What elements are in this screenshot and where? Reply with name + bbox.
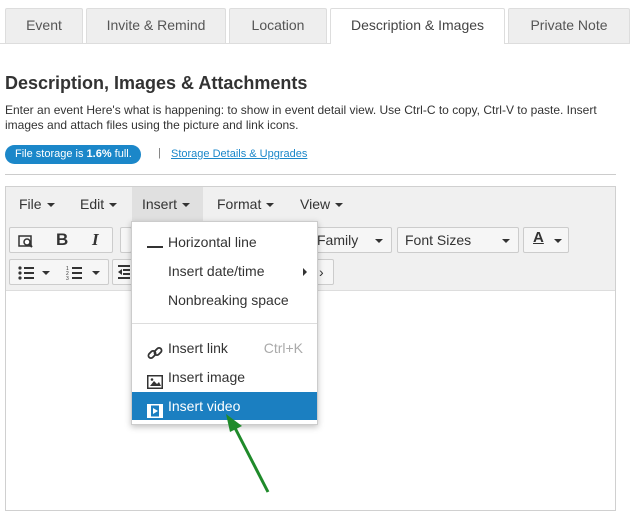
menu-item-insert-link[interactable]: Insert link Ctrl+K	[132, 334, 317, 362]
divider	[5, 174, 616, 175]
tab-private-note[interactable]: Private Note	[508, 8, 630, 43]
toolbar-group-lists: 123	[9, 259, 109, 285]
menu-insert-label: Insert	[142, 196, 178, 212]
menu-item-shortcut: Ctrl+K	[263, 340, 303, 356]
chevron-down-icon	[46, 203, 55, 208]
menu-file-label: File	[19, 196, 42, 212]
menu-view-label: View	[300, 196, 331, 212]
menu-item-label: Horizontal line	[168, 234, 257, 250]
font-sizes-value: Font Sizes	[405, 232, 472, 248]
menu-separator	[132, 323, 317, 324]
insert-dropdown-menu: Horizontal line Insert date/time Nonbrea…	[131, 221, 318, 425]
toolbar-group-1: B I	[9, 227, 113, 253]
bold-icon[interactable]: B	[56, 230, 68, 250]
menu-format-label: Format	[217, 196, 262, 212]
page-title: Description, Images & Attachments	[5, 73, 308, 93]
menu-insert[interactable]: Insert	[132, 187, 203, 221]
chevron-down-icon	[182, 203, 191, 208]
menu-item-label: Insert image	[168, 369, 246, 385]
horizontal-line-icon	[147, 235, 163, 249]
storage-badge: File storage is 1.6% full.	[5, 145, 141, 164]
menu-format[interactable]: Format	[217, 187, 275, 221]
menu-item-horizontal-line[interactable]: Horizontal line	[132, 228, 317, 256]
tab-event[interactable]: Event	[5, 8, 83, 43]
menu-item-insert-image[interactable]: Insert image	[132, 363, 317, 391]
submenu-arrow-icon	[303, 268, 307, 276]
italic-icon[interactable]: I	[92, 230, 99, 250]
font-family-select[interactable]: Family	[306, 227, 392, 253]
chevron-down-icon	[375, 239, 383, 243]
menu-item-nonbreaking-space[interactable]: Nonbreaking space	[132, 286, 317, 314]
storage-percent: 1.6%	[86, 148, 112, 160]
page-description: Enter an event Here's what is happening:…	[5, 103, 597, 132]
menu-edit-label: Edit	[80, 196, 105, 212]
chevron-down-icon	[266, 203, 275, 208]
text-color-icon: A	[533, 229, 544, 246]
bullet-list-icon[interactable]	[18, 265, 34, 281]
menu-view[interactable]: View	[300, 187, 344, 221]
tab-description-images[interactable]: Description & Images	[330, 8, 505, 44]
chevron-down-icon[interactable]	[42, 271, 50, 275]
pointer-arrow-icon	[226, 414, 270, 493]
menu-item-label: Insert link	[168, 340, 228, 356]
menu-item-label: Insert date/time	[168, 263, 265, 279]
tab-invite-remind[interactable]: Invite & Remind	[86, 8, 226, 43]
numbered-list-icon[interactable]: 123	[66, 265, 82, 281]
chevron-down-icon	[335, 203, 344, 208]
image-icon	[147, 370, 163, 389]
editor-menubar: File Edit Insert Format View	[6, 187, 615, 223]
chevron-down-icon	[502, 239, 510, 243]
storage-prefix: File storage is	[15, 148, 87, 160]
menu-item-label: Nonbreaking space	[168, 292, 289, 308]
chevron-down-icon	[109, 203, 118, 208]
menu-item-insert-date-time[interactable]: Insert date/time	[132, 257, 317, 285]
font-family-value: Family	[317, 232, 359, 248]
storage-suffix: full.	[111, 148, 132, 160]
storage-details-link[interactable]: Storage Details & Upgrades	[171, 148, 307, 160]
chevron-down-icon[interactable]	[92, 271, 100, 275]
video-icon	[147, 399, 163, 418]
storage-separator: |	[158, 147, 161, 159]
svg-text:3: 3	[66, 276, 69, 281]
menu-edit[interactable]: Edit	[80, 187, 118, 221]
search-folder-icon[interactable]	[18, 233, 34, 249]
link-icon	[147, 341, 163, 359]
tab-bar-divider	[0, 43, 630, 44]
font-sizes-select[interactable]: Font Sizes	[397, 227, 519, 253]
outdent-icon	[118, 265, 130, 279]
menu-file[interactable]: File	[19, 187, 55, 221]
chevron-down-icon	[554, 239, 562, 243]
tab-location[interactable]: Location	[229, 8, 327, 43]
tab-bar: Event Invite & Remind Location Descripti…	[0, 0, 630, 44]
text-color-button[interactable]: A	[523, 227, 569, 253]
chevron-right-icon: ›	[319, 264, 324, 280]
